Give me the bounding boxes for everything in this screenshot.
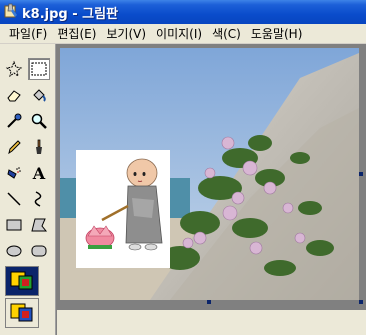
resize-handle-corner[interactable] — [359, 300, 363, 304]
color-picker-tool[interactable] — [3, 110, 25, 132]
resize-handle-right[interactable] — [359, 172, 363, 176]
polygon-icon — [31, 218, 48, 232]
pencil-tool[interactable] — [3, 136, 25, 158]
curve-tool[interactable] — [28, 188, 50, 210]
transparent-option-clear[interactable] — [5, 298, 39, 328]
fill-bucket-icon — [33, 89, 46, 102]
menu-help[interactable]: 도움말(H) — [246, 25, 308, 43]
brush-tool[interactable] — [28, 136, 50, 158]
rounded-rect-icon — [31, 245, 47, 257]
rect-select-icon — [31, 62, 47, 76]
rect-select-tool[interactable] — [28, 58, 50, 80]
drawing-canvas[interactable] — [60, 48, 359, 300]
rounded-rect-tool[interactable] — [28, 240, 50, 262]
free-select-tool[interactable] — [3, 58, 25, 80]
text-tool[interactable]: A — [28, 162, 50, 184]
brush-icon — [36, 139, 42, 154]
magnifier-tool[interactable] — [28, 110, 50, 132]
canvas-workspace — [57, 44, 366, 335]
bottom-area — [57, 310, 366, 335]
pencil-icon — [8, 140, 21, 155]
resize-handle-bottom[interactable] — [207, 300, 211, 304]
magnifier-icon — [31, 113, 47, 129]
menu-view[interactable]: 보기(V) — [101, 25, 151, 43]
eraser-tool[interactable] — [3, 84, 25, 106]
airbrush-icon — [7, 167, 21, 179]
color-picker-icon — [7, 113, 22, 128]
line-icon — [7, 192, 21, 206]
rectangle-icon — [6, 219, 22, 231]
ellipse-icon — [6, 245, 22, 257]
title-bar[interactable]: k8.jpg - 그림판 — [0, 0, 366, 24]
window-title: k8.jpg - 그림판 — [22, 7, 119, 22]
opaque-selection-icon — [10, 271, 33, 290]
menu-file[interactable]: 파일(F) — [4, 25, 52, 43]
eraser-icon — [7, 90, 21, 102]
menu-edit[interactable]: 편집(E) — [52, 25, 101, 43]
airbrush-tool[interactable] — [3, 162, 25, 184]
polygon-tool[interactable] — [28, 214, 50, 236]
transparent-option-opaque[interactable] — [5, 266, 39, 296]
text-icon: A — [32, 163, 46, 183]
menu-colors[interactable]: 색(C) — [207, 25, 246, 43]
menu-image[interactable]: 이미지(I) — [151, 25, 207, 43]
beach-photo — [60, 48, 359, 300]
transparent-selection-icon — [10, 303, 33, 322]
menu-bar: 파일(F) 편집(E) 보기(V) 이미지(I) 색(C) 도움말(H) — [0, 24, 366, 44]
tool-box: A — [0, 44, 56, 335]
curve-icon — [34, 191, 42, 207]
ellipse-tool[interactable] — [3, 240, 25, 262]
paint-app-icon — [4, 3, 17, 18]
rectangle-tool[interactable] — [3, 214, 25, 236]
fill-tool[interactable] — [28, 84, 50, 106]
free-select-icon — [5, 60, 23, 78]
line-tool[interactable] — [3, 188, 25, 210]
